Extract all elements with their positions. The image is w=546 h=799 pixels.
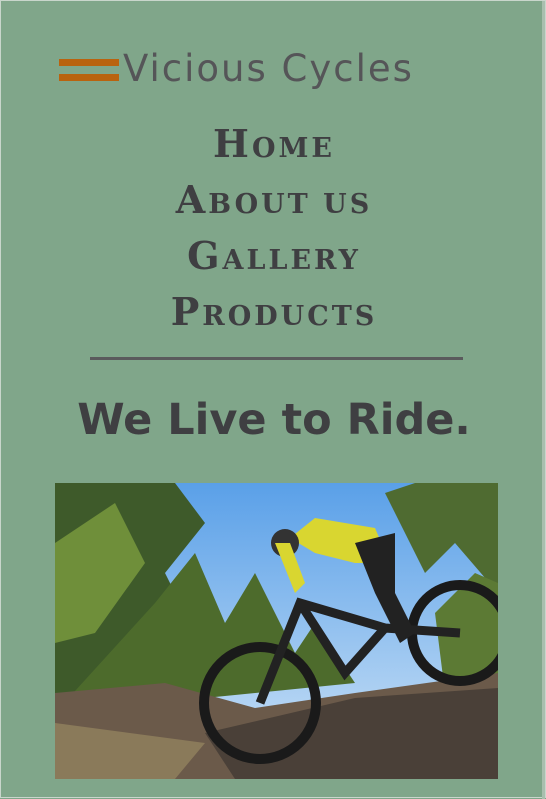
nav-home[interactable]: Home — [213, 116, 335, 172]
brand-logo[interactable]: Vicious Cycles — [59, 49, 414, 89]
nav-about-us[interactable]: About Us — [176, 172, 372, 228]
hero-image — [55, 483, 498, 779]
scrollbar[interactable] — [542, 1, 545, 799]
nav-gallery-label: allery — [222, 245, 361, 276]
brand-name: Vicious Cycles — [123, 47, 414, 90]
divider — [90, 357, 463, 360]
logo-stripes-icon — [59, 54, 121, 84]
nav-about-label: bout Us — [208, 189, 373, 220]
nav-gallery[interactable]: Gallery — [187, 228, 361, 284]
nav-products-label: roducts — [202, 301, 378, 332]
nav-gallery-initial: G — [187, 233, 223, 278]
nav-home-label: ome — [251, 133, 335, 164]
main-nav: Home About Us Gallery Products — [1, 116, 546, 340]
nav-about-initial: A — [175, 177, 209, 222]
nav-products[interactable]: Products — [171, 284, 378, 340]
tagline: We Live to Ride. — [77, 395, 471, 445]
mountain-bike-rider-photo — [55, 483, 498, 779]
nav-products-initial: P — [170, 289, 203, 334]
nav-home-initial: H — [213, 121, 252, 166]
